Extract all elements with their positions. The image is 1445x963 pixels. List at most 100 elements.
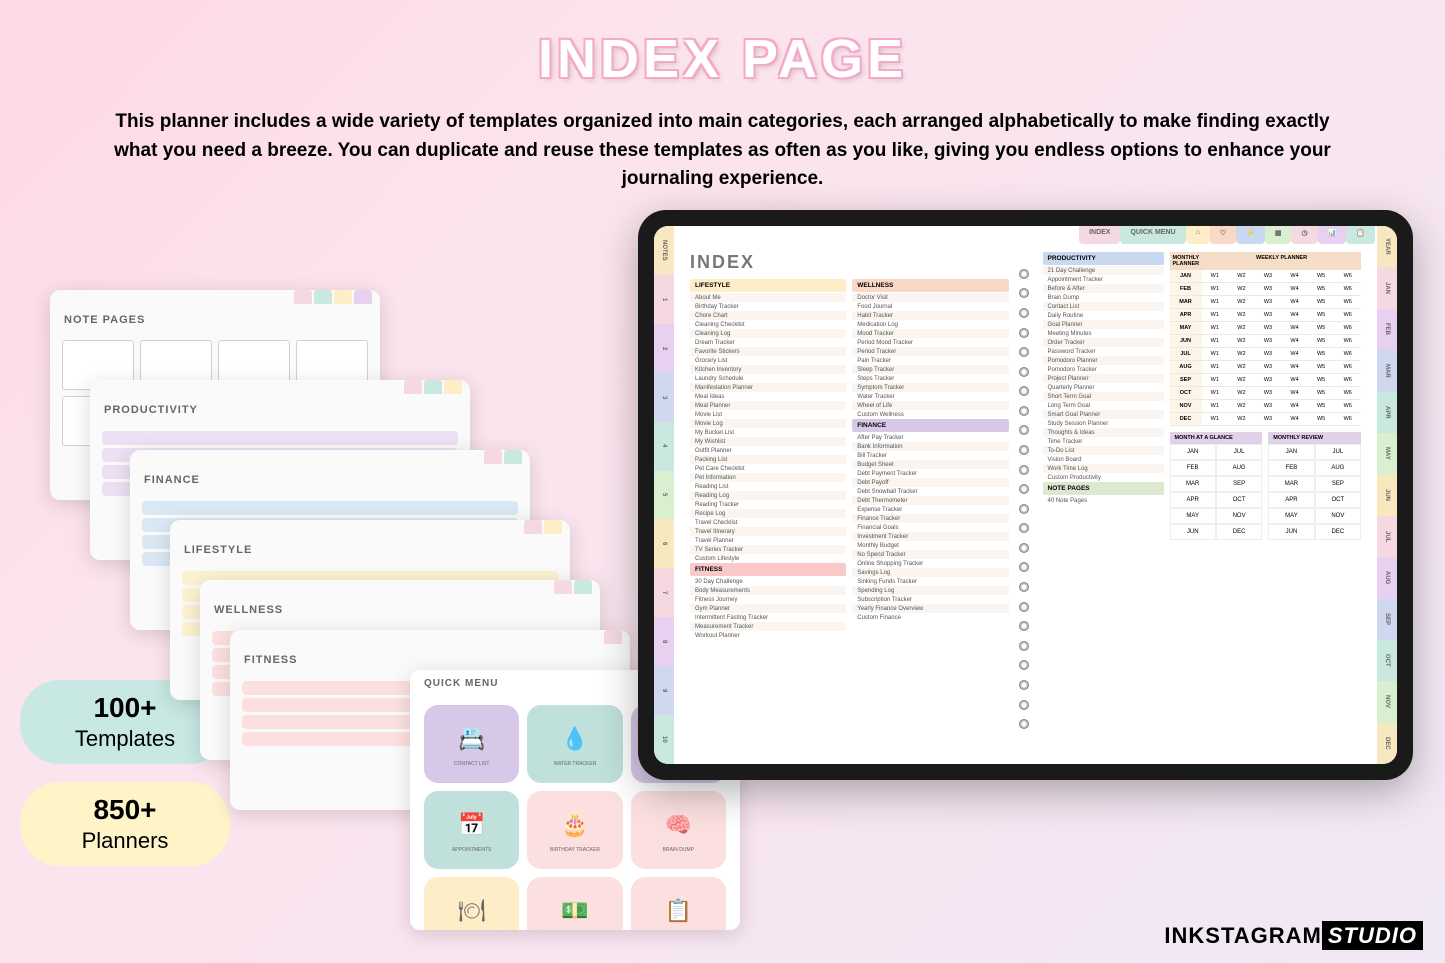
index-item[interactable]: Pain Tracker — [852, 356, 1008, 365]
index-item[interactable]: Pomodoro Planner — [1043, 356, 1164, 365]
planner-cell[interactable]: W2 — [1228, 400, 1255, 413]
index-item[interactable]: Mood Tracker — [852, 329, 1008, 338]
planner-cell[interactable]: W5 — [1308, 400, 1335, 413]
planner-cell[interactable]: W2 — [1228, 387, 1255, 400]
index-item[interactable]: Long Term Goal — [1043, 401, 1164, 410]
index-item[interactable]: TV Series Tracker — [690, 545, 846, 554]
index-item[interactable]: Savings Log — [852, 568, 1008, 577]
planner-cell[interactable]: JUN — [1170, 335, 1202, 348]
planner-cell[interactable]: W2 — [1228, 270, 1255, 283]
planner-cell[interactable]: W1 — [1202, 348, 1229, 361]
planner-cell[interactable]: W1 — [1202, 270, 1229, 283]
left-tab[interactable]: NOTES — [654, 226, 674, 275]
planner-cell[interactable]: MAY — [1170, 508, 1216, 524]
left-tab[interactable]: 8 — [654, 617, 674, 666]
planner-cell[interactable]: W1 — [1202, 361, 1229, 374]
index-item[interactable]: Debt Snowball Tracker — [852, 487, 1008, 496]
index-item[interactable]: Favorite Stickers — [690, 347, 846, 356]
index-item[interactable]: Work Time Log — [1043, 464, 1164, 473]
index-item[interactable]: Sinking Funds Tracker — [852, 577, 1008, 586]
index-item[interactable]: Dream Tracker — [690, 338, 846, 347]
right-tab[interactable]: JUN — [1377, 474, 1397, 515]
planner-cell[interactable]: W4 — [1281, 296, 1308, 309]
planner-cell[interactable]: FEB — [1170, 460, 1216, 476]
right-tab[interactable]: APR — [1377, 392, 1397, 433]
right-tab[interactable]: OCT — [1377, 640, 1397, 681]
planner-cell[interactable]: W5 — [1308, 374, 1335, 387]
planner-cell[interactable]: APR — [1268, 492, 1314, 508]
planner-cell[interactable]: JUL — [1315, 444, 1361, 460]
top-icon-tab[interactable]: 📊 — [1318, 226, 1347, 244]
planner-cell[interactable]: W2 — [1228, 283, 1255, 296]
index-item[interactable]: Brain Dump — [1043, 293, 1164, 302]
planner-cell[interactable]: W5 — [1308, 335, 1335, 348]
top-icon-tab[interactable]: ⚡ — [1236, 226, 1265, 244]
index-item[interactable]: Sleep Tracker — [852, 365, 1008, 374]
planner-cell[interactable]: W5 — [1308, 361, 1335, 374]
right-tab[interactable]: MAR — [1377, 350, 1397, 391]
top-icon-tab[interactable]: ◷ — [1291, 226, 1317, 244]
index-item[interactable]: Custom Wellness — [852, 410, 1008, 419]
quickmenu-item[interactable]: 📅APPOINTMENTS — [424, 791, 519, 869]
planner-cell[interactable]: W4 — [1281, 322, 1308, 335]
planner-cell[interactable]: AUG — [1170, 361, 1202, 374]
index-item[interactable]: Intermittent Fasting Tracker — [690, 613, 846, 622]
planner-cell[interactable]: W3 — [1255, 387, 1282, 400]
right-tab[interactable]: NOV — [1377, 681, 1397, 722]
index-item[interactable]: Wheel of Life — [852, 401, 1008, 410]
index-item[interactable]: 40 Note Pages — [1043, 496, 1164, 505]
planner-cell[interactable]: JUN — [1268, 524, 1314, 540]
index-item[interactable]: Medication Log — [852, 320, 1008, 329]
planner-cell[interactable]: W3 — [1255, 283, 1282, 296]
planner-cell[interactable]: APR — [1170, 309, 1202, 322]
planner-cell[interactable]: MAR — [1170, 296, 1202, 309]
left-tab[interactable]: 5 — [654, 471, 674, 520]
planner-cell[interactable]: MAY — [1268, 508, 1314, 524]
index-item[interactable]: Order Tracker — [1043, 338, 1164, 347]
index-item[interactable]: About Me — [690, 293, 846, 302]
index-item[interactable]: Contact List — [1043, 302, 1164, 311]
planner-cell[interactable]: W4 — [1281, 270, 1308, 283]
index-item[interactable]: Online Shopping Tracker — [852, 559, 1008, 568]
planner-cell[interactable]: W2 — [1228, 413, 1255, 426]
planner-cell[interactable]: W1 — [1202, 296, 1229, 309]
planner-cell[interactable]: W3 — [1255, 309, 1282, 322]
index-item[interactable]: Manifestation Planner — [690, 383, 846, 392]
right-tab[interactable]: DEC — [1377, 723, 1397, 764]
index-item[interactable]: Study Session Planner — [1043, 419, 1164, 428]
planner-cell[interactable]: W2 — [1228, 296, 1255, 309]
right-tab[interactable]: AUG — [1377, 557, 1397, 598]
index-item[interactable]: Subscription Tracker — [852, 595, 1008, 604]
planner-cell[interactable]: W3 — [1255, 270, 1282, 283]
index-item[interactable]: Expense Tracker — [852, 505, 1008, 514]
index-item[interactable]: Reading List — [690, 482, 846, 491]
planner-cell[interactable]: W6 — [1334, 348, 1361, 361]
planner-cell[interactable]: OCT — [1216, 492, 1262, 508]
index-item[interactable]: Meal Planner — [690, 401, 846, 410]
index-item[interactable]: Bank Information — [852, 442, 1008, 451]
index-item[interactable]: Pet Care Checklist — [690, 464, 846, 473]
planner-cell[interactable]: W1 — [1202, 322, 1229, 335]
planner-cell[interactable]: NOV — [1315, 508, 1361, 524]
planner-cell[interactable]: W2 — [1228, 374, 1255, 387]
planner-cell[interactable]: W6 — [1334, 387, 1361, 400]
quickmenu-item[interactable]: 📋TO-DO LIST — [631, 877, 726, 930]
index-item[interactable]: Smart Goal Planner — [1043, 410, 1164, 419]
left-tab[interactable]: 7 — [654, 568, 674, 617]
planner-cell[interactable]: W2 — [1228, 361, 1255, 374]
planner-cell[interactable]: W6 — [1334, 296, 1361, 309]
index-item[interactable]: No Spend Tracker — [852, 550, 1008, 559]
index-item[interactable]: Gym Planner — [690, 604, 846, 613]
quickmenu-item[interactable]: 📇CONTACT LIST — [424, 705, 519, 783]
index-item[interactable]: Debt Payment Tracker — [852, 469, 1008, 478]
left-tab[interactable]: 4 — [654, 422, 674, 471]
index-item[interactable]: Symptom Tracker — [852, 383, 1008, 392]
index-item[interactable]: Birthday Tracker — [690, 302, 846, 311]
index-item[interactable]: Doctor Visit — [852, 293, 1008, 302]
index-item[interactable]: Debt Thermometer — [852, 496, 1008, 505]
index-item[interactable]: Time Tracker — [1043, 437, 1164, 446]
planner-cell[interactable]: JAN — [1170, 444, 1216, 460]
index-item[interactable]: Yearly Finance Overview — [852, 604, 1008, 613]
quickmenu-item[interactable]: 💵EXPENSE TRACKER — [527, 877, 622, 930]
planner-cell[interactable]: W1 — [1202, 387, 1229, 400]
